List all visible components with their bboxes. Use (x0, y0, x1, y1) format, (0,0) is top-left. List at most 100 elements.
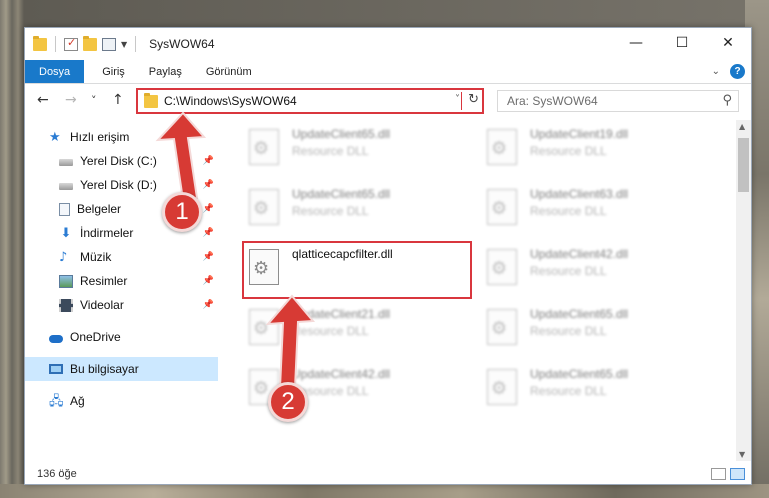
sidebar-item-label: Resimler (80, 274, 128, 288)
tab-share[interactable]: Paylaş (137, 60, 194, 83)
dll-file-icon (487, 369, 517, 405)
callout-badge-1: 1 (162, 192, 202, 232)
file-description: Resource DLL (530, 384, 607, 398)
properties-check-icon[interactable] (64, 36, 78, 51)
pin-icon[interactable]: 📌 (203, 300, 214, 310)
drive-icon (59, 159, 73, 166)
pin-icon[interactable]: 📌 (203, 276, 214, 286)
sidebar-item-music[interactable]: ♪ Müzik 📌 (25, 245, 218, 269)
sidebar-item-onedrive[interactable]: OneDrive (25, 325, 218, 349)
window-title: SysWOW64 (149, 37, 215, 51)
customize-icon[interactable] (102, 37, 116, 51)
close-button[interactable]: ✕ (705, 28, 751, 58)
tiles-view-icon[interactable] (730, 468, 745, 480)
file-item[interactable]: UpdateClient65.dll Resource DLL (237, 185, 467, 241)
toolbar-divider (55, 36, 56, 52)
sidebar-item-this-pc[interactable]: Bu bilgisayar (25, 357, 218, 381)
scroll-down-icon[interactable]: ▼ (739, 450, 745, 459)
navigation-pane: ★ Hızlı erişim Yerel Disk (C:) 📌 Yerel D… (25, 121, 218, 461)
ribbon-tabs: Dosya Giriş Paylaş Görünüm ⌄ ? (25, 60, 751, 84)
video-icon (59, 298, 73, 312)
star-icon: ★ (49, 129, 61, 145)
file-description: Resource DLL (292, 144, 369, 158)
file-highlight-box (242, 241, 472, 299)
file-description: Resource DLL (530, 144, 607, 158)
file-description: Resource DLL (530, 264, 607, 278)
address-dropdown-icon[interactable]: ˅ (455, 94, 460, 105)
file-description: Resource DLL (530, 204, 607, 218)
sidebar-item-videos[interactable]: Videolar 📌 (25, 293, 218, 317)
file-name: UpdateClient19.dll (530, 127, 629, 141)
folder-icon (33, 35, 47, 51)
address-bar[interactable]: C:\Windows\SysWOW64 ˅ ↻ (136, 88, 484, 114)
music-icon: ♪ (59, 249, 68, 265)
sidebar-item-pictures[interactable]: Resimler 📌 (25, 269, 218, 293)
dll-file-icon (487, 189, 517, 225)
address-path[interactable]: C:\Windows\SysWOW64 (164, 94, 297, 108)
file-description: Resource DLL (292, 324, 369, 338)
sidebar-item-label: Yerel Disk (C:) (80, 154, 157, 168)
sidebar-item-local-disk-c[interactable]: Yerel Disk (C:) 📌 (25, 149, 218, 173)
pin-icon[interactable]: 📌 (203, 228, 214, 238)
sidebar-item-label: Müzik (80, 250, 112, 264)
address-divider (461, 92, 462, 110)
dll-file-icon (249, 189, 279, 225)
tab-file[interactable]: Dosya (25, 60, 85, 83)
sidebar-item-quick-access[interactable]: ★ Hızlı erişim (25, 125, 218, 149)
view-toggle (711, 468, 745, 480)
sidebar-item-label: İndirmeler (80, 226, 134, 240)
dll-file-icon (487, 129, 517, 165)
pin-icon[interactable]: 📌 (203, 180, 214, 190)
download-icon: ⬇ (60, 225, 72, 241)
pin-icon[interactable]: 📌 (203, 204, 214, 214)
details-view-icon[interactable] (711, 468, 726, 480)
file-name: UpdateClient65.dll (292, 187, 391, 201)
pin-icon[interactable]: 📌 (203, 252, 214, 262)
file-item[interactable]: UpdateClient65.dll Resource DLL (475, 305, 705, 361)
file-item[interactable]: UpdateClient63.dll Resource DLL (475, 185, 705, 241)
search-placeholder[interactable]: Ara: SysWOW64 (507, 94, 598, 108)
network-icon: 🖧 (49, 393, 64, 409)
quick-access-toolbar: ▼ (33, 35, 139, 52)
maximize-button[interactable]: ☐ (659, 28, 705, 58)
status-bar: 136 öğe (25, 463, 751, 485)
forward-arrow-icon[interactable]: → (65, 92, 77, 108)
cloud-icon (49, 334, 63, 343)
scroll-up-icon[interactable]: ▲ (739, 122, 745, 131)
file-item[interactable]: UpdateClient65.dll Resource DLL (237, 125, 467, 181)
explorer-window: ▼ SysWOW64 — ☐ ✕ Dosya Giriş Paylaş Görü… (24, 27, 752, 485)
expand-ribbon-icon[interactable]: ⌄ (712, 66, 720, 77)
documents-icon (59, 202, 70, 216)
drive-icon (59, 183, 73, 190)
scrollbar-thumb[interactable] (738, 138, 749, 192)
sidebar-item-label: Videolar (80, 298, 124, 312)
file-item[interactable]: UpdateClient42.dll Resource DLL (475, 245, 705, 301)
file-name: UpdateClient65.dll (292, 127, 391, 141)
file-name: UpdateClient21.dll (292, 307, 391, 321)
vertical-scrollbar[interactable]: ▲ ▼ (736, 120, 751, 461)
tab-view[interactable]: Görünüm (194, 60, 264, 83)
file-item[interactable]: UpdateClient21.dll Resource DLL (237, 305, 467, 361)
new-folder-icon[interactable] (83, 35, 97, 51)
pin-icon[interactable]: 📌 (203, 156, 214, 166)
qat-dropdown-icon[interactable]: ▼ (121, 40, 127, 49)
recent-locations-icon[interactable]: ˅ (91, 94, 97, 107)
up-arrow-icon[interactable]: ↑ (112, 92, 124, 108)
sidebar-item-network[interactable]: 🖧 Ağ (25, 389, 218, 413)
refresh-icon[interactable]: ↻ (468, 92, 479, 107)
file-name: UpdateClient63.dll (530, 187, 629, 201)
sidebar-item-label: Hızlı erişim (70, 130, 130, 144)
help-icon[interactable]: ? (730, 64, 745, 79)
search-box[interactable]: Ara: SysWOW64 ⚲ (497, 90, 739, 112)
callout-badge-2: 2 (268, 382, 308, 422)
search-icon[interactable]: ⚲ (722, 93, 732, 108)
file-item[interactable]: UpdateClient65.dll Resource DLL (475, 365, 705, 421)
file-name: UpdateClient42.dll (292, 367, 391, 381)
sidebar-item-label: Yerel Disk (D:) (80, 178, 157, 192)
navigation-bar: ← → ˅ ↑ C:\Windows\SysWOW64 ˅ ↻ Ara: Sys… (25, 88, 751, 114)
back-arrow-icon[interactable]: ← (37, 92, 49, 108)
file-item[interactable]: UpdateClient19.dll Resource DLL (475, 125, 705, 181)
tab-home[interactable]: Giriş (90, 60, 137, 83)
minimize-button[interactable]: — (613, 28, 659, 58)
toolbar-divider (135, 36, 137, 52)
